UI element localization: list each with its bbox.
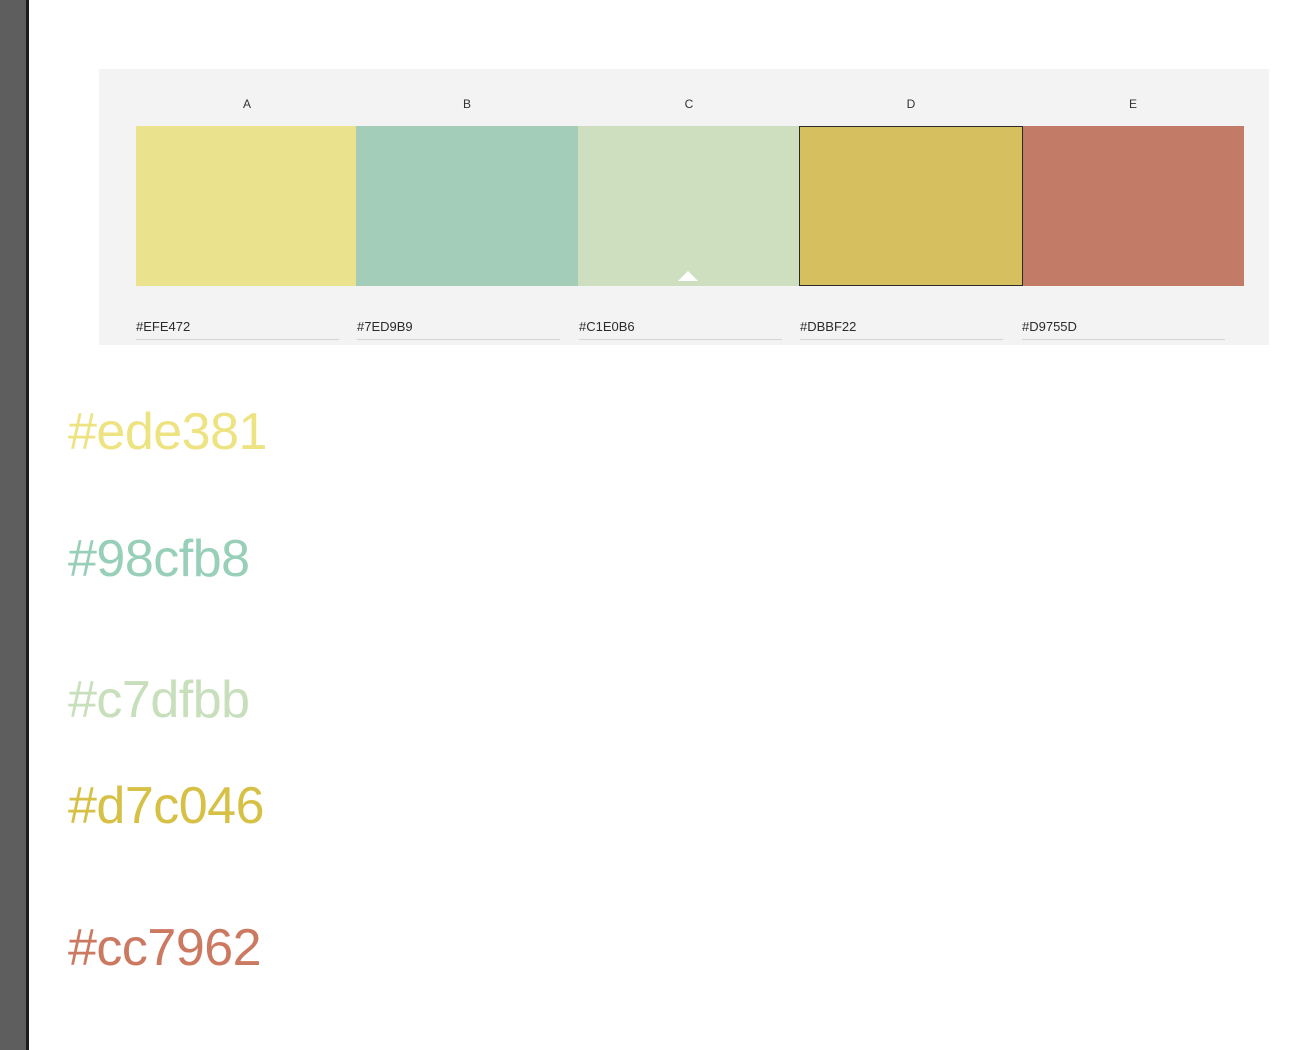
color-swatch-a[interactable] bbox=[136, 126, 356, 286]
swatch-label-e: E bbox=[1128, 97, 1137, 111]
swatch-label-d: D bbox=[906, 97, 916, 111]
swatch-label-c: C bbox=[684, 97, 694, 111]
hex-text-3: #c7dfbb bbox=[68, 671, 250, 729]
swatch-label-b: B bbox=[462, 97, 471, 111]
page: A B C D E #EFE472 #7ED9B9 #C1E0B6 #DBBF2… bbox=[0, 0, 1294, 1050]
color-swatch-c[interactable] bbox=[578, 126, 799, 286]
color-swatch-d[interactable] bbox=[799, 126, 1023, 286]
swatch-label-a: A bbox=[242, 97, 251, 111]
selected-caret-icon bbox=[678, 271, 698, 281]
hex-input-e[interactable]: #D9755D bbox=[1022, 318, 1225, 340]
color-palette-panel: A B C D E #EFE472 #7ED9B9 #C1E0B6 #DBBF2… bbox=[99, 69, 1269, 345]
hex-input-d[interactable]: #DBBF22 bbox=[800, 318, 1003, 340]
hex-input-b[interactable]: #7ED9B9 bbox=[357, 318, 560, 340]
hex-input-a[interactable]: #EFE472 bbox=[136, 318, 339, 340]
hex-text-1: #ede381 bbox=[68, 403, 267, 461]
color-swatch-b[interactable] bbox=[356, 126, 578, 286]
hex-text-5: #cc7962 bbox=[68, 919, 262, 977]
left-sidebar-strip bbox=[0, 0, 29, 1050]
hex-input-c[interactable]: #C1E0B6 bbox=[579, 318, 782, 340]
hex-text-4: #d7c046 bbox=[68, 777, 265, 835]
hex-text-2: #98cfb8 bbox=[68, 530, 250, 588]
color-swatch-e[interactable] bbox=[1023, 126, 1244, 286]
